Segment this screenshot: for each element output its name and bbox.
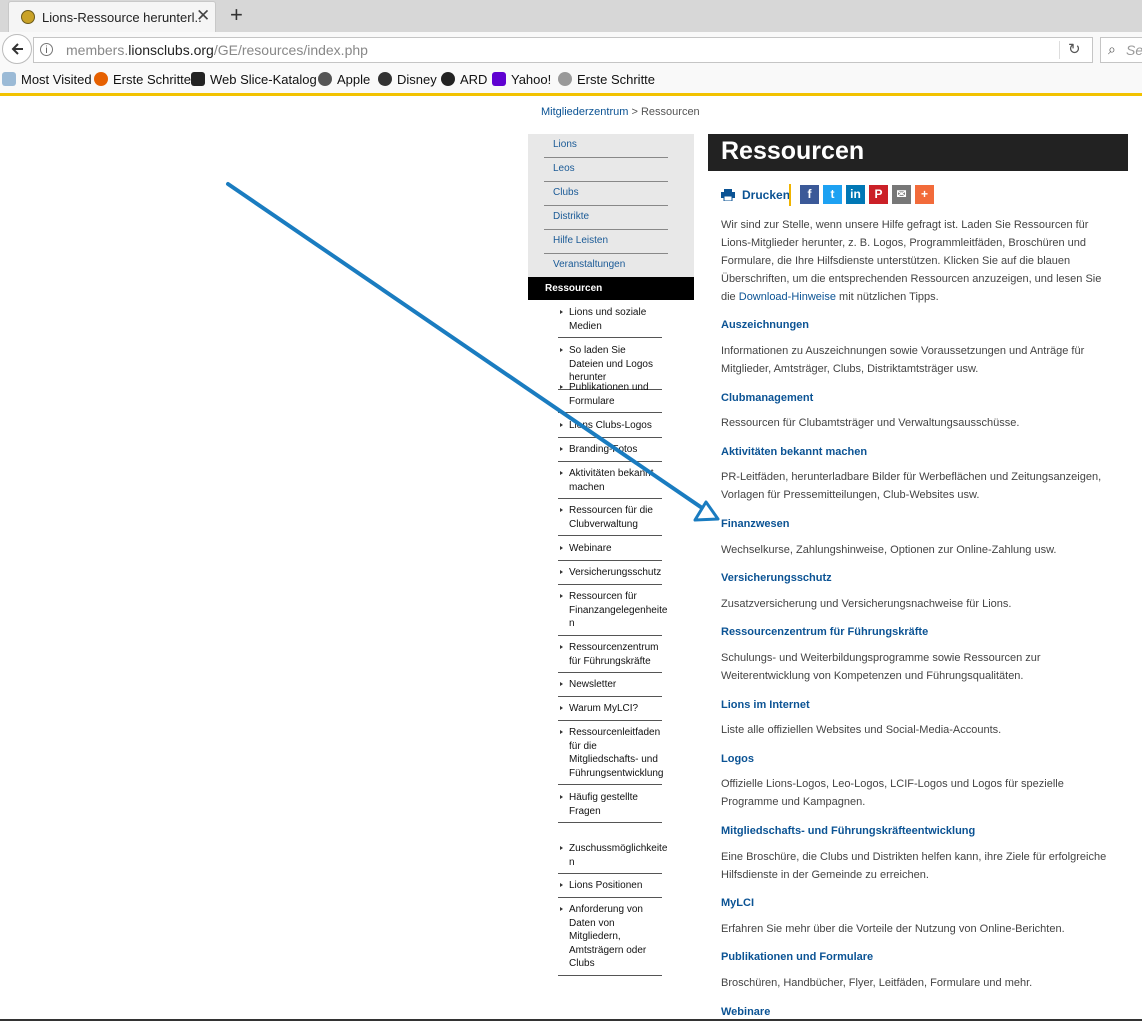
search-icon: ⌕: [1108, 41, 1116, 57]
new-tab-button[interactable]: +: [230, 3, 243, 27]
sidebar-item-veranstaltungen[interactable]: Veranstaltungen: [544, 254, 668, 278]
facebook-icon[interactable]: f: [800, 185, 819, 204]
close-tab-icon[interactable]: ✕: [196, 7, 210, 24]
url-text: members.lionsclubs.org/GE/resources/inde…: [66, 42, 368, 58]
page-title: Ressourcen: [721, 137, 865, 165]
section-heading-mylci[interactable]: MyLCI: [721, 897, 754, 909]
bookmark-disney[interactable]: Disney: [378, 72, 437, 87]
breadcrumb-mitgliederzentrum[interactable]: Mitgliederzentrum: [541, 106, 628, 118]
sidebar-item-clubs[interactable]: Clubs: [544, 182, 668, 206]
subnav-item[interactable]: Lions Clubs-Logos: [558, 419, 662, 438]
section-heading-mitgliedschaft[interactable]: Mitgliedschafts- und Führungskräfteentwi…: [721, 825, 975, 837]
email-icon[interactable]: ✉: [892, 185, 911, 204]
section-description: Wechselkurse, Zahlungshinweise, Optionen…: [721, 544, 1057, 556]
more-share-icon[interactable]: +: [915, 185, 934, 204]
section-heading-webinare[interactable]: Webinare: [721, 1006, 770, 1018]
info-icon[interactable]: i: [40, 43, 53, 56]
print-button[interactable]: Drucken: [742, 188, 790, 202]
twitter-icon[interactable]: t: [823, 185, 842, 204]
disney-icon: [378, 72, 392, 86]
bookmark-yahoo[interactable]: Yahoo!: [492, 72, 551, 87]
bookmark-ard[interactable]: ARD: [441, 72, 487, 87]
bookmarks-bar: Most Visited Erste Schritte Web Slice-Ka…: [0, 68, 1142, 96]
browser-tab[interactable]: Lions-Ressource herunterl... ✕: [8, 1, 216, 32]
sidebar-item-ressourcen[interactable]: Ressourcen: [528, 277, 694, 300]
subnav-item[interactable]: Häufig gestellte Fragen: [558, 791, 662, 823]
sidebar-item-distrikte[interactable]: Distrikte: [544, 206, 668, 230]
bookmarks-folder-icon: [2, 72, 16, 86]
subnav-item[interactable]: Warum MyLCI?: [558, 702, 662, 721]
search-placeholder: Se: [1126, 42, 1142, 58]
section-description: Zusatzversicherung und Versicherungsnach…: [721, 598, 1012, 610]
sidebar-item-hilfe-leisten[interactable]: Hilfe Leisten: [544, 230, 668, 254]
printer-icon[interactable]: [721, 189, 735, 201]
section-description: Schulungs- und Weiterbildungsprogramme s…: [721, 652, 1041, 682]
section-description: Offizielle Lions-Logos, Leo-Logos, LCIF-…: [721, 778, 1064, 808]
subnav-item[interactable]: Aktivitäten bekannt machen: [558, 467, 662, 499]
section-description: PR-Leitfäden, herunterladbare Bilder für…: [721, 471, 1102, 501]
sidebar-nav: Lions Leos Clubs Distrikte Hilfe Leisten…: [528, 134, 694, 277]
sidebar-item-leos[interactable]: Leos: [544, 158, 668, 182]
bookmark-web-slice[interactable]: Web Slice-Katalog: [191, 72, 317, 87]
content-header: Ressourcen: [708, 134, 1128, 171]
ard-icon: [441, 72, 455, 86]
subnav-item[interactable]: Newsletter: [558, 678, 662, 697]
globe-icon: [558, 72, 572, 86]
search-input[interactable]: ⌕ Se: [1100, 37, 1142, 63]
section-description: Ressourcen für Clubamtsträger und Verwal…: [721, 417, 1020, 429]
back-button[interactable]: [2, 34, 32, 64]
yahoo-icon: [492, 72, 506, 86]
section-description: Informationen zu Auszeichnungen sowie Vo…: [721, 345, 1085, 375]
apple-icon: [318, 72, 332, 86]
url-bar[interactable]: i members.lionsclubs.org/GE/resources/in…: [33, 37, 1093, 63]
share-divider: [789, 184, 791, 206]
subnav-item[interactable]: Lions Positionen: [558, 879, 662, 898]
bookmark-most-visited[interactable]: Most Visited: [2, 72, 92, 87]
section-heading-auszeichnungen[interactable]: Auszeichnungen: [721, 319, 809, 331]
section-heading-ressourcenzentrum[interactable]: Ressourcenzentrum für Führungskräfte: [721, 626, 928, 638]
bookmark-erste-schritte-2[interactable]: Erste Schritte: [558, 72, 655, 87]
section-heading-aktivitaeten[interactable]: Aktivitäten bekannt machen: [721, 446, 867, 458]
linkedin-icon[interactable]: in: [846, 185, 865, 204]
section-description: Erfahren Sie mehr über die Vorteile der …: [721, 923, 1065, 935]
section-heading-versicherungsschutz[interactable]: Versicherungsschutz: [721, 572, 832, 584]
lions-favicon-icon: [21, 10, 35, 24]
tab-title: Lions-Ressource herunterl...: [42, 10, 202, 25]
subnav-item[interactable]: Publikationen und Formulare: [558, 381, 662, 413]
section-description: Eine Broschüre, die Clubs und Distrikten…: [721, 851, 1107, 881]
section-description: Liste alle offiziellen Websites und Soci…: [721, 724, 1002, 736]
section-heading-publikationen[interactable]: Publikationen und Formulare: [721, 951, 873, 963]
subnav-item[interactable]: Versicherungsschutz: [558, 566, 662, 585]
section-heading-finanzwesen[interactable]: Finanzwesen: [721, 518, 789, 530]
subnav-item[interactable]: Ressourcenleitfaden für die Mitgliedscha…: [558, 726, 664, 785]
pinterest-icon[interactable]: P: [869, 185, 888, 204]
intro-text: Wir sind zur Stelle, wenn unsere Hilfe g…: [721, 219, 1102, 303]
subnav-item[interactable]: Anforderung von Daten von Mitgliedern, A…: [558, 903, 662, 976]
subnav-item[interactable]: Ressourcenzentrum für Führungskräfte: [558, 641, 662, 673]
section-heading-logos[interactable]: Logos: [721, 753, 754, 765]
section-description: Broschüren, Handbücher, Flyer, Leitfäden…: [721, 977, 1033, 989]
section-heading-lions-im-internet[interactable]: Lions im Internet: [721, 699, 810, 711]
subnav-item[interactable]: Branding-Fotos: [558, 443, 662, 462]
arrow-left-icon: [11, 43, 23, 55]
tab-bar: Lions-Ressource herunterl... ✕ +: [0, 0, 1142, 32]
url-separator: [1059, 41, 1060, 59]
breadcrumb-current: Ressourcen: [640, 106, 700, 118]
bookmark-erste-schritte[interactable]: Erste Schritte: [94, 72, 191, 87]
subnav-item[interactable]: Webinare: [558, 542, 662, 561]
subnav-item[interactable]: Lions und soziale Medien: [558, 306, 662, 338]
web-slice-icon: [191, 72, 205, 86]
breadcrumb: Mitgliederzentrum > Ressourcen: [541, 106, 700, 118]
sidebar-item-lions[interactable]: Lions: [544, 134, 668, 158]
subnav-item[interactable]: Ressourcen für Finanzangelegenheite n: [558, 590, 667, 636]
subnav-item[interactable]: Ressourcen für die Clubverwaltung: [558, 504, 662, 536]
bookmark-apple[interactable]: Apple: [318, 72, 370, 87]
navigation-bar: i members.lionsclubs.org/GE/resources/in…: [0, 32, 1142, 69]
firefox-icon: [94, 72, 108, 86]
reload-icon[interactable]: ↻: [1068, 40, 1081, 58]
section-heading-clubmanagement[interactable]: Clubmanagement: [721, 392, 813, 404]
subnav-item[interactable]: Zuschussmöglichkeite n: [558, 842, 667, 874]
download-hints-link[interactable]: Download-Hinweise: [739, 291, 836, 303]
